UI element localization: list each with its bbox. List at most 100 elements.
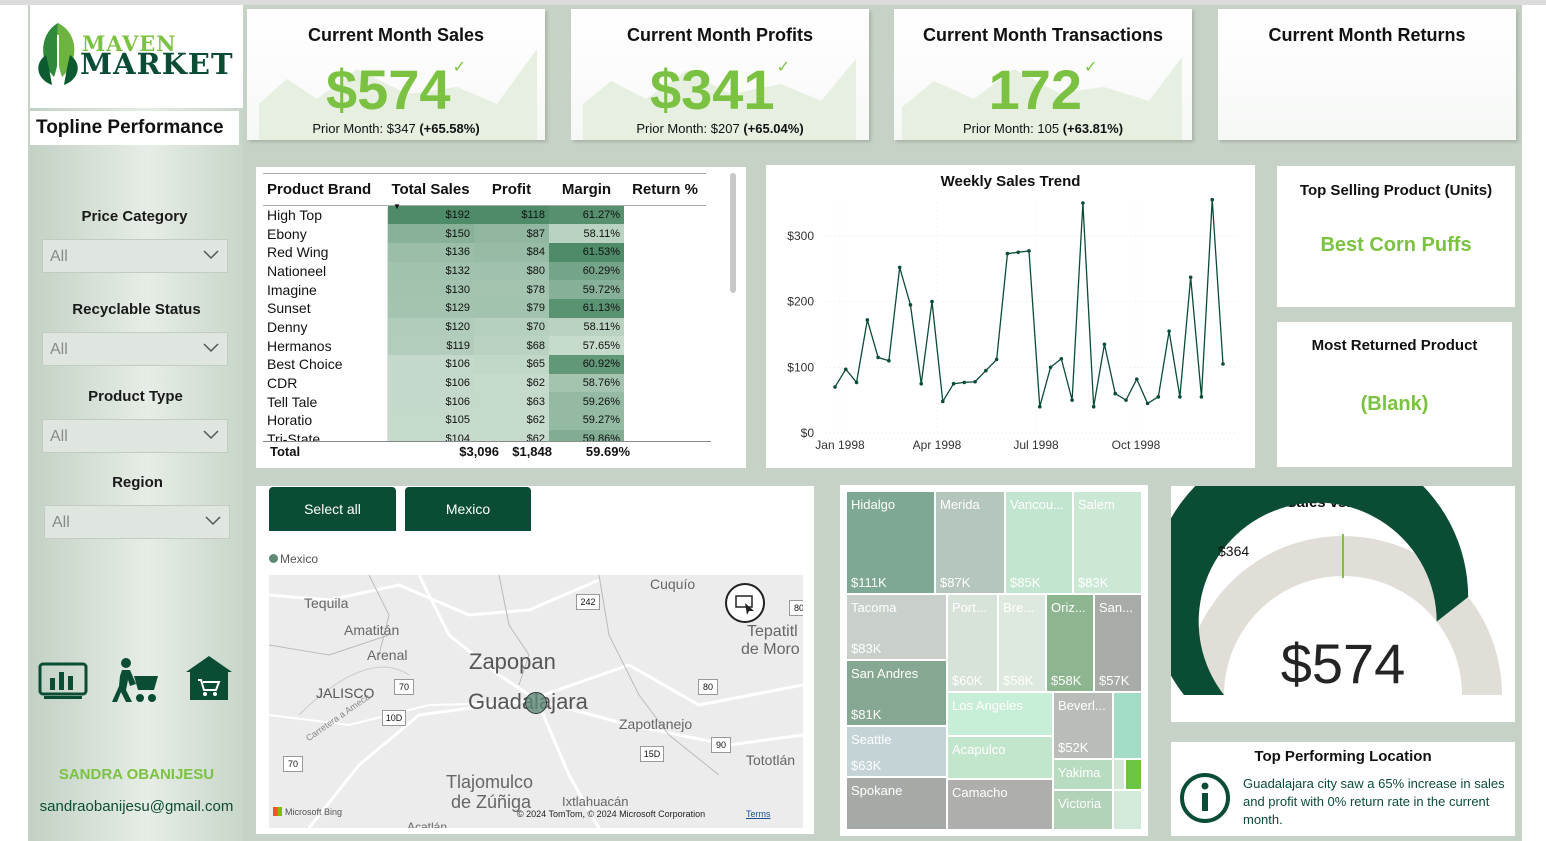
table-cell: Hermanos: [263, 336, 388, 355]
column-header[interactable]: Margin: [549, 174, 624, 206]
treemap-tile[interactable]: Camacho: [947, 779, 1053, 830]
data-point[interactable]: [930, 299, 934, 304]
table-row[interactable]: Best Choice $106 $65 60.92%: [263, 355, 706, 374]
table-row[interactable]: Tell Tale $106 $63 59.26%: [263, 392, 706, 412]
data-point[interactable]: [1091, 404, 1096, 409]
data-point[interactable]: [919, 381, 924, 386]
data-point[interactable]: [1134, 377, 1139, 381]
recyclable-status-dropdown[interactable]: All: [42, 332, 228, 366]
treemap-tile[interactable]: Hidalgo $111K: [846, 491, 935, 594]
product-type-dropdown[interactable]: All: [42, 419, 228, 453]
treemap-tile[interactable]: San... $57K: [1094, 594, 1142, 692]
treemap-tile[interactable]: Salem $83K: [1073, 491, 1142, 594]
treemap-tile[interactable]: Yakima: [1053, 759, 1113, 790]
data-point[interactable]: [1027, 249, 1031, 253]
data-point[interactable]: [908, 303, 913, 307]
treemap-tile[interactable]: Spokane: [846, 777, 947, 830]
treemap-tile[interactable]: Vancou... $85K: [1005, 491, 1073, 594]
table-row[interactable]: Ebony $150 $87 58.11%: [263, 224, 706, 243]
map-bubble-guadalajara[interactable]: [525, 692, 547, 714]
table-cell: [624, 411, 706, 430]
table-cell: Tell Tale: [263, 392, 388, 412]
region-dropdown[interactable]: All: [44, 505, 230, 539]
data-point[interactable]: [1037, 404, 1042, 409]
data-point[interactable]: [1102, 342, 1107, 347]
data-point[interactable]: [1048, 365, 1053, 370]
legend-dot-icon: [269, 554, 278, 563]
table-row[interactable]: Sunset $129 $79 61.13%: [263, 298, 706, 318]
tab-mexico[interactable]: Mexico: [405, 487, 531, 531]
data-point[interactable]: [887, 358, 891, 363]
data-point[interactable]: [994, 357, 999, 362]
treemap-tile[interactable]: [1113, 692, 1142, 759]
bar-chart-icon[interactable]: [38, 662, 88, 700]
y-tick-label: $200: [787, 295, 814, 309]
data-point[interactable]: [843, 367, 848, 372]
tab-select-all[interactable]: Select all: [269, 487, 396, 531]
table-row[interactable]: Red Wing $136 $84 61.53%: [263, 242, 706, 262]
treemap-tile[interactable]: Port... $60K: [947, 594, 998, 692]
column-header[interactable]: Profit: [474, 174, 549, 206]
data-point[interactable]: [854, 380, 859, 385]
treemap-tile[interactable]: Acapulco: [947, 736, 1053, 779]
data-point[interactable]: [951, 381, 956, 386]
treemap-tile[interactable]: Merida $87K: [935, 491, 1005, 594]
data-point[interactable]: [940, 399, 945, 404]
data-point[interactable]: [1210, 197, 1215, 202]
shopping-cart-person-icon[interactable]: [112, 656, 162, 704]
data-point[interactable]: [1156, 395, 1161, 399]
data-point[interactable]: [984, 368, 988, 373]
data-point[interactable]: [1167, 329, 1171, 333]
treemap-tile[interactable]: Oriz... $58K: [1046, 594, 1094, 692]
table-row[interactable]: Hermanos $119 $68 57.65%: [263, 336, 706, 355]
treemap-tile[interactable]: [1113, 790, 1142, 830]
table-row[interactable]: Imagine $130 $78 59.72%: [263, 280, 706, 299]
data-point[interactable]: [897, 265, 902, 270]
treemap-tile[interactable]: [1113, 759, 1125, 790]
table-row[interactable]: Horatio $105 $62 59.27%: [263, 411, 706, 430]
map-area[interactable]: Tequila Amatitán Arenal JALISCO Zapopan …: [269, 575, 803, 828]
data-point[interactable]: [865, 318, 870, 322]
data-point[interactable]: [973, 379, 977, 384]
data-point[interactable]: [1188, 275, 1193, 280]
table-scrollbar[interactable]: [730, 173, 736, 293]
data-point[interactable]: [1199, 395, 1204, 399]
data-point[interactable]: [1016, 250, 1021, 255]
column-header[interactable]: Product Brand: [263, 174, 387, 206]
treemap-tile[interactable]: Beverl... $52K: [1053, 692, 1113, 759]
data-point[interactable]: [1178, 395, 1182, 399]
data-point[interactable]: [1059, 356, 1064, 361]
treemap-tile[interactable]: Los Angeles: [947, 692, 1053, 736]
highway-shield-icon: 80: [698, 679, 718, 695]
data-point[interactable]: [962, 380, 967, 385]
data-point[interactable]: [1145, 401, 1150, 406]
column-header[interactable]: Total Sales ▼: [387, 174, 474, 211]
data-point[interactable]: [833, 385, 837, 389]
treemap-tile[interactable]: Tacoma $83K: [846, 594, 947, 660]
data-point[interactable]: [1005, 251, 1010, 256]
table-row[interactable]: CDR $106 $62 58.76%: [263, 373, 706, 393]
map-focus-icon[interactable]: [725, 583, 765, 623]
data-point[interactable]: [1113, 391, 1118, 396]
store-icon[interactable]: [184, 654, 234, 702]
author-email[interactable]: sandraobanijesu@gmail.com: [30, 798, 243, 815]
brand-table-total-row: Total $3,096 $1,848 59.69%: [263, 441, 711, 462]
top-location-card: Top Performing Location Guadalajara city…: [1171, 742, 1515, 836]
price-category-dropdown[interactable]: All: [42, 239, 228, 273]
treemap-tile[interactable]: Seattle $63K: [846, 726, 947, 777]
map-terms-link[interactable]: Terms: [746, 809, 771, 819]
table-row[interactable]: Denny $120 $70 58.11%: [263, 317, 706, 337]
treemap-tile[interactable]: Bre... $58K: [998, 594, 1046, 692]
highway-shield-icon: 15D: [640, 746, 664, 762]
data-point[interactable]: [1070, 398, 1074, 402]
data-point[interactable]: [1124, 398, 1128, 402]
treemap-tile[interactable]: [1125, 759, 1142, 790]
data-point[interactable]: [876, 355, 880, 360]
table-row[interactable]: Nationeel $132 $80 60.29%: [263, 261, 706, 281]
data-point[interactable]: [1221, 362, 1225, 366]
table-row[interactable]: High Top $192 $118 61.27%: [263, 205, 706, 225]
column-header[interactable]: Return %: [624, 174, 706, 206]
treemap-tile[interactable]: San Andres $81K: [846, 660, 947, 726]
treemap-tile[interactable]: Victoria: [1053, 790, 1113, 830]
data-point[interactable]: [1081, 201, 1085, 205]
